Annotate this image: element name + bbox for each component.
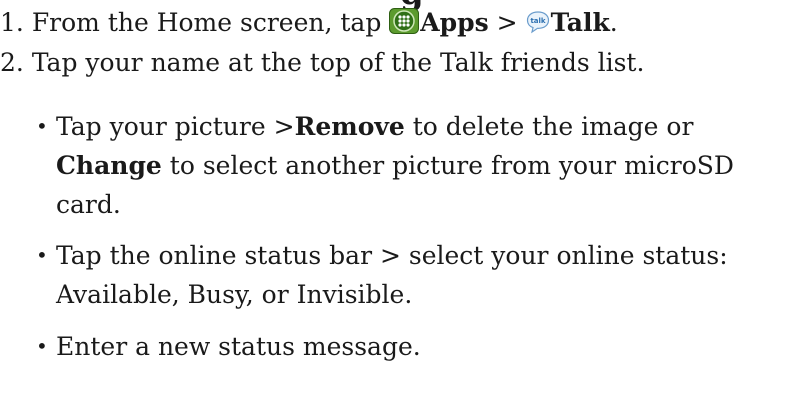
bullet-dot: • [36, 243, 48, 267]
step-number: 1. [0, 8, 24, 37]
talk-label: Talk [550, 8, 610, 37]
change-label: Change [56, 151, 162, 180]
step-text: From the Home screen, tap [31, 8, 390, 37]
bullet-item: • Enter a new status message. [36, 327, 806, 366]
separator: > [488, 8, 526, 37]
bullet-dot: • [36, 114, 48, 138]
talk-bubble-icon: talk [526, 9, 550, 43]
bullet-item: • Tap your picture >Remove to delete the… [36, 107, 806, 224]
step-end: . [609, 8, 618, 37]
bullet-text: Tap the online status bar > select your … [56, 241, 728, 309]
bullet-text-part: to delete the image or [404, 112, 694, 141]
bullet-dot: • [36, 334, 48, 358]
talk-icon-text: talk [530, 17, 545, 25]
remove-label: Remove [294, 112, 405, 141]
apps-label: Apps [420, 8, 489, 37]
step-text: Tap your name at the top of the Talk fri… [31, 48, 645, 77]
step-1: 1. From the Home screen, tap Apps > talk… [0, 6, 618, 43]
bullet-text-part: Tap your picture > [56, 112, 295, 141]
apps-grid-icon [389, 8, 420, 43]
bullet-text: Tap your picture >Remove to delete the i… [36, 107, 806, 224]
bullet-text: Enter a new status message. [56, 332, 421, 361]
step-2: 2. Tap your name at the top of the Talk … [0, 46, 644, 80]
bullet-item: • Tap the online status bar > select you… [36, 236, 806, 314]
step-number: 2. [0, 48, 24, 77]
